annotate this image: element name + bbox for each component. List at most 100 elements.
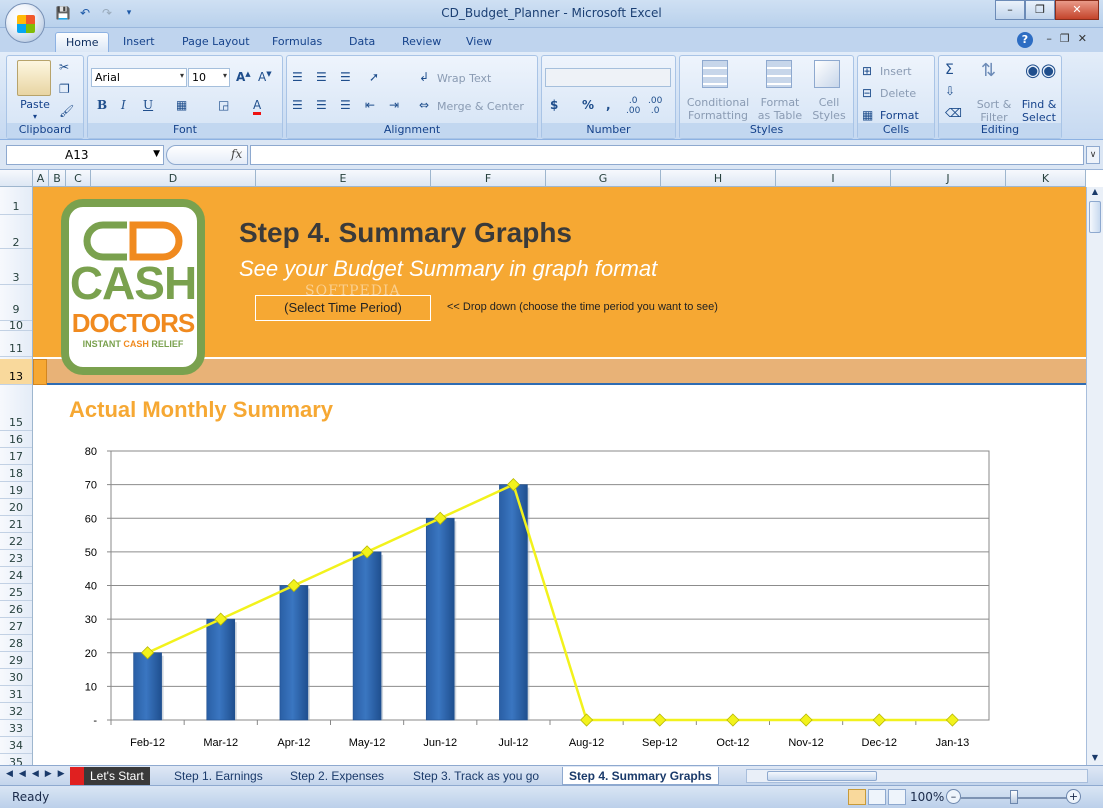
restore-button[interactable]: ❐ bbox=[1025, 0, 1055, 20]
horizontal-scroll-thumb[interactable] bbox=[767, 771, 877, 781]
decrease-decimal-icon[interactable]: .00.0 bbox=[648, 96, 662, 116]
clear-icon[interactable]: ⌫ bbox=[945, 106, 962, 120]
horizontal-scrollbar[interactable] bbox=[746, 769, 1088, 783]
fill-color-icon[interactable]: ◲ bbox=[218, 98, 229, 112]
tab-data[interactable]: Data bbox=[349, 32, 375, 52]
row-header[interactable]: 31 bbox=[0, 686, 32, 703]
row-header[interactable]: 23 bbox=[0, 550, 32, 567]
row-header[interactable]: 28 bbox=[0, 635, 32, 652]
select-all-corner[interactable] bbox=[0, 170, 33, 187]
sort-filter-icon[interactable]: ⇅ bbox=[981, 60, 996, 81]
sheet-tab-summary-graphs[interactable]: Step 4. Summary Graphs bbox=[562, 767, 719, 785]
column-header[interactable]: A bbox=[33, 170, 49, 187]
row-header[interactable]: 16 bbox=[0, 431, 32, 448]
tab-home[interactable]: Home bbox=[55, 32, 110, 52]
insert-function-button[interactable]: fx bbox=[166, 145, 248, 165]
row-header[interactable]: 1 bbox=[0, 187, 32, 215]
paste-dropdown-icon[interactable]: ▾ bbox=[29, 110, 41, 123]
font-size-combo[interactable]: 10 ▾ bbox=[188, 68, 230, 87]
sheet-tab-earnings[interactable]: Step 1. Earnings bbox=[168, 767, 269, 785]
row-header[interactable]: 21 bbox=[0, 516, 32, 533]
monthly-summary-chart[interactable]: - 10 20 30 40 50 60 70 80 Feb-12 Mar-12 Apr-12 May-1… bbox=[33, 427, 1073, 757]
row-header[interactable]: 33 bbox=[0, 720, 32, 737]
row-header[interactable]: 2 bbox=[0, 215, 32, 249]
wrap-text-button[interactable]: Wrap Text bbox=[437, 72, 491, 85]
name-box-dropdown-icon[interactable]: ▼ bbox=[153, 149, 160, 159]
currency-icon[interactable]: $ bbox=[550, 98, 558, 112]
align-middle-icon[interactable]: ☰ bbox=[316, 70, 327, 84]
fill-icon[interactable]: ⇩ bbox=[945, 84, 955, 98]
conditional-formatting-icon[interactable] bbox=[702, 60, 728, 88]
copy-icon[interactable]: ❐ bbox=[59, 82, 70, 96]
bold-icon[interactable]: B bbox=[97, 98, 107, 112]
align-left-icon[interactable]: ☰ bbox=[292, 98, 303, 112]
worksheet[interactable]: Step 4. Summary Graphs See your Budget S… bbox=[33, 187, 1086, 765]
format-as-table-icon[interactable] bbox=[766, 60, 792, 88]
format-painter-icon[interactable]: 🖌 bbox=[59, 104, 74, 118]
cut-icon[interactable]: ✂ bbox=[59, 60, 69, 74]
row-header[interactable]: 32 bbox=[0, 703, 32, 720]
row-header[interactable]: 22 bbox=[0, 533, 32, 550]
row-header[interactable]: 11 bbox=[0, 331, 32, 357]
font-name-dropdown-icon[interactable]: ▾ bbox=[180, 71, 184, 80]
column-header[interactable]: J bbox=[891, 170, 1006, 187]
sheet-tab-track[interactable]: Step 3. Track as you go bbox=[407, 767, 545, 785]
minimize-button[interactable]: – bbox=[995, 0, 1025, 20]
time-period-dropdown[interactable]: (Select Time Period) bbox=[255, 295, 431, 321]
column-header[interactable]: I bbox=[776, 170, 891, 187]
merge-center-icon[interactable]: ⇔ bbox=[419, 98, 429, 112]
row-header[interactable]: 15 bbox=[0, 385, 32, 431]
borders-icon[interactable]: ▦ bbox=[176, 98, 187, 112]
delete-cells-button[interactable]: Delete bbox=[880, 87, 916, 100]
row-header[interactable]: 27 bbox=[0, 618, 32, 635]
zoom-level[interactable]: 100% bbox=[910, 790, 944, 804]
binoculars-icon[interactable]: ◉◉ bbox=[1025, 60, 1056, 81]
row-header[interactable]: 26 bbox=[0, 601, 32, 618]
row-header-selected[interactable]: 13 bbox=[0, 359, 32, 385]
format-as-table-button[interactable]: Format as Table bbox=[752, 96, 808, 122]
insert-cells-icon[interactable]: ⊞ bbox=[862, 64, 872, 78]
format-cells-button[interactable]: Format bbox=[880, 109, 919, 122]
help-icon[interactable]: ? bbox=[1017, 32, 1033, 48]
column-header[interactable]: F bbox=[431, 170, 546, 187]
column-header[interactable]: C bbox=[66, 170, 91, 187]
merge-center-button[interactable]: Merge & Center bbox=[437, 100, 524, 113]
office-button[interactable] bbox=[5, 3, 45, 43]
column-header[interactable]: H bbox=[661, 170, 776, 187]
page-break-view-button[interactable] bbox=[888, 789, 906, 805]
increase-indent-icon[interactable]: ⇥ bbox=[389, 98, 399, 112]
comma-style-icon[interactable]: , bbox=[606, 98, 611, 112]
font-color-icon[interactable]: A bbox=[253, 98, 262, 115]
column-header[interactable]: D bbox=[91, 170, 256, 187]
row-header[interactable]: 18 bbox=[0, 465, 32, 482]
delete-cells-icon[interactable]: ⊟ bbox=[862, 86, 872, 100]
paste-icon[interactable] bbox=[17, 60, 51, 96]
close-button[interactable]: ✕ bbox=[1055, 0, 1099, 20]
underline-icon[interactable]: U bbox=[143, 98, 153, 112]
row-header[interactable]: 35 bbox=[0, 754, 32, 765]
row-header[interactable]: 20 bbox=[0, 499, 32, 516]
insert-cells-button[interactable]: Insert bbox=[880, 65, 912, 78]
normal-view-button[interactable] bbox=[848, 789, 866, 805]
vertical-scrollbar[interactable]: ▲ ▼ bbox=[1086, 187, 1103, 765]
orientation-icon[interactable]: ➚ bbox=[369, 70, 379, 84]
align-bottom-icon[interactable]: ☰ bbox=[340, 70, 351, 84]
row-header[interactable]: 29 bbox=[0, 652, 32, 669]
selected-cell-a13[interactable] bbox=[33, 359, 47, 385]
zoom-slider-knob[interactable] bbox=[1010, 790, 1018, 804]
tab-formulas[interactable]: Formulas bbox=[272, 32, 322, 52]
column-header[interactable]: E bbox=[256, 170, 431, 187]
expand-formula-bar-icon[interactable]: ∨ bbox=[1086, 146, 1100, 164]
zoom-out-button[interactable]: – bbox=[946, 789, 961, 804]
tab-page-layout[interactable]: Page Layout bbox=[182, 32, 250, 52]
vertical-scroll-thumb[interactable] bbox=[1089, 201, 1101, 233]
sheet-tab-expenses[interactable]: Step 2. Expenses bbox=[284, 767, 390, 785]
tab-insert[interactable]: Insert bbox=[123, 32, 155, 52]
percent-icon[interactable]: % bbox=[582, 98, 594, 112]
scroll-up-icon[interactable]: ▲ bbox=[1087, 187, 1103, 199]
column-header[interactable]: G bbox=[546, 170, 661, 187]
zoom-in-button[interactable]: + bbox=[1066, 789, 1081, 804]
column-header[interactable]: B bbox=[49, 170, 66, 187]
tab-view[interactable]: View bbox=[466, 32, 492, 52]
find-select-button[interactable]: Find & Select bbox=[1017, 98, 1061, 124]
